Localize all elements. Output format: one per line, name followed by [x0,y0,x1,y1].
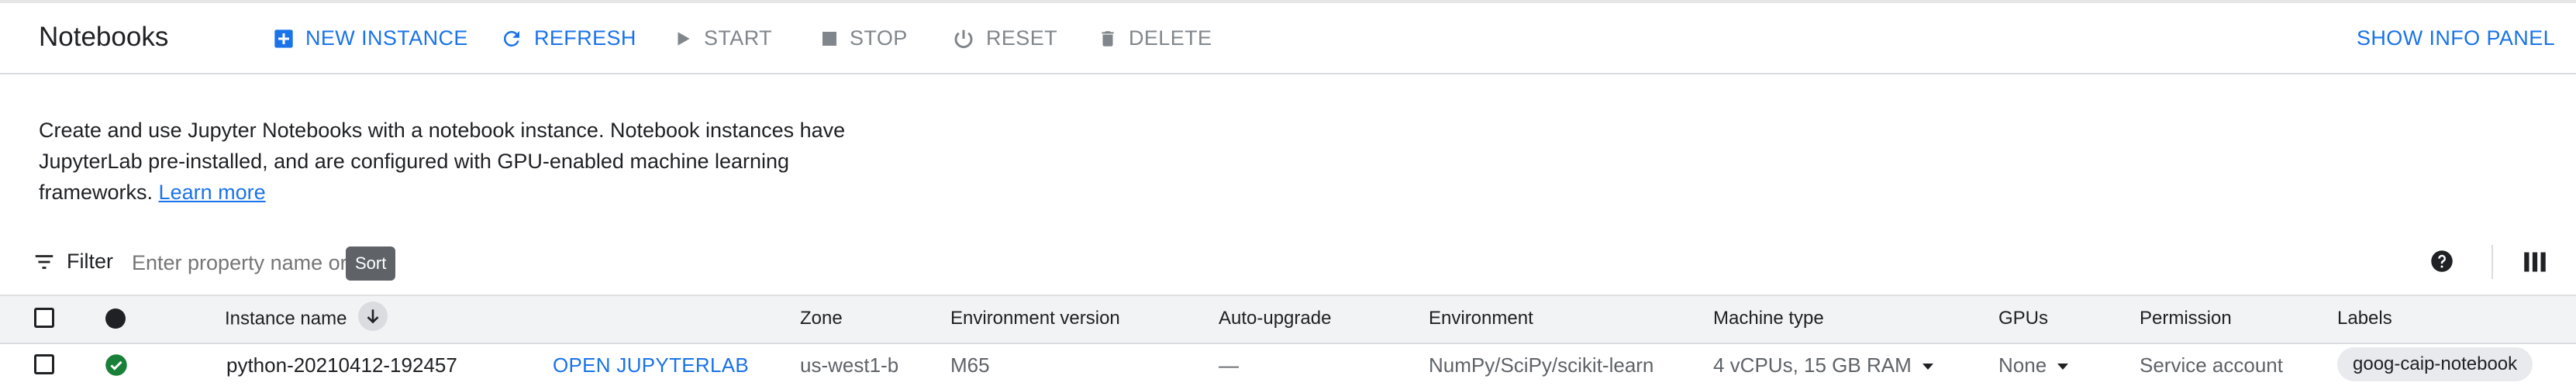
delete-button[interactable]: DELETE [1098,26,1212,50]
table-header: Instance name Zone Environment version A… [0,295,2576,344]
filter-list-icon [33,250,56,274]
machine-type-column-header[interactable]: Machine type [1713,308,1824,329]
machine-type-dropdown[interactable]: 4 vCPUs, 15 GB RAM [1713,353,1933,377]
stop-button[interactable]: STOP [820,26,908,50]
instance-name-column-header[interactable]: Instance name [225,302,388,331]
start-label: START [704,26,773,50]
permission-cell: Service account [2140,353,2283,377]
description-line-1: Create and use Jupyter Notebooks with a … [39,119,846,142]
permission-column-header[interactable]: Permission [2140,308,2232,329]
stop-label: STOP [850,26,908,50]
page-title: Notebooks [39,22,169,52]
zone-cell: us-west1-b [800,353,899,377]
reset-button[interactable]: RESET [952,26,1057,50]
filter-bar: Filter Sort [0,233,2576,295]
learn-more-link[interactable]: Learn more [159,181,266,204]
zone-column-header[interactable]: Zone [800,308,843,329]
gpus-column-header[interactable]: GPUs [1998,308,2048,329]
filter-button[interactable]: Filter [33,250,113,274]
label-chip: goog-caip-notebook [2337,347,2533,381]
arrow-drop-down-icon [2057,364,2069,370]
column-display-options-icon[interactable] [2523,251,2547,277]
gpus-value: None [1998,353,2047,377]
environment-column-header[interactable]: Environment [1429,308,1533,329]
add-box-icon [273,28,295,50]
table-row[interactable]: python-20210412-192457 OPEN JUPYTERLAB u… [0,343,2576,386]
arrow-drop-down-icon [1922,364,1933,370]
help-icon[interactable] [2430,250,2454,277]
description-line-2: JupyterLab pre-installed, and are config… [39,150,790,173]
select-all-checkbox[interactable] [34,308,54,328]
reset-label: RESET [986,26,1058,50]
delete-label: DELETE [1129,26,1212,50]
stop-icon [820,29,839,48]
refresh-button[interactable]: REFRESH [500,26,636,50]
description-line-3-text: frameworks. [39,181,153,204]
trash-icon [1098,27,1118,50]
page-description: Create and use Jupyter Notebooks with a … [39,115,891,208]
filter-label: Filter [67,250,113,273]
refresh-label: REFRESH [534,26,636,50]
status-column-icon [105,308,126,329]
gpus-dropdown[interactable]: None [1998,353,2069,377]
filter-input[interactable] [132,251,349,275]
toolbar-divider [2492,245,2493,279]
action-toolbar: Notebooks NEW INSTANCE REFRESH START STO… [0,3,2576,74]
open-jupyterlab-link[interactable]: OPEN JUPYTERLAB [553,353,749,377]
arrow-down-sort-icon[interactable] [358,302,388,331]
new-instance-button[interactable]: NEW INSTANCE [273,26,468,50]
auto-upgrade-cell: — [1219,353,1239,377]
instance-name-cell: python-20210412-192457 [226,353,457,377]
description-line-3: frameworks. Learn more [39,177,891,208]
refresh-icon [500,27,523,50]
new-instance-label: NEW INSTANCE [305,26,468,50]
environment-cell: NumPy/SciPy/scikit-learn [1429,353,1654,377]
play-icon [673,29,693,49]
power-icon [952,27,975,50]
auto-upgrade-column-header[interactable]: Auto-upgrade [1219,308,1331,329]
sort-tooltip: Sort [346,246,396,281]
machine-type-value: 4 vCPUs, 15 GB RAM [1713,353,1912,377]
check-circle-status-icon [105,353,128,381]
start-button[interactable]: START [673,26,772,50]
show-info-panel-button[interactable]: SHOW INFO PANEL [2357,26,2555,50]
instance-name-header-label: Instance name [225,308,347,329]
environment-version-cell: M65 [950,353,990,377]
row-select-checkbox[interactable] [34,354,54,374]
labels-column-header[interactable]: Labels [2337,308,2392,329]
environment-version-column-header[interactable]: Environment version [950,308,1120,329]
